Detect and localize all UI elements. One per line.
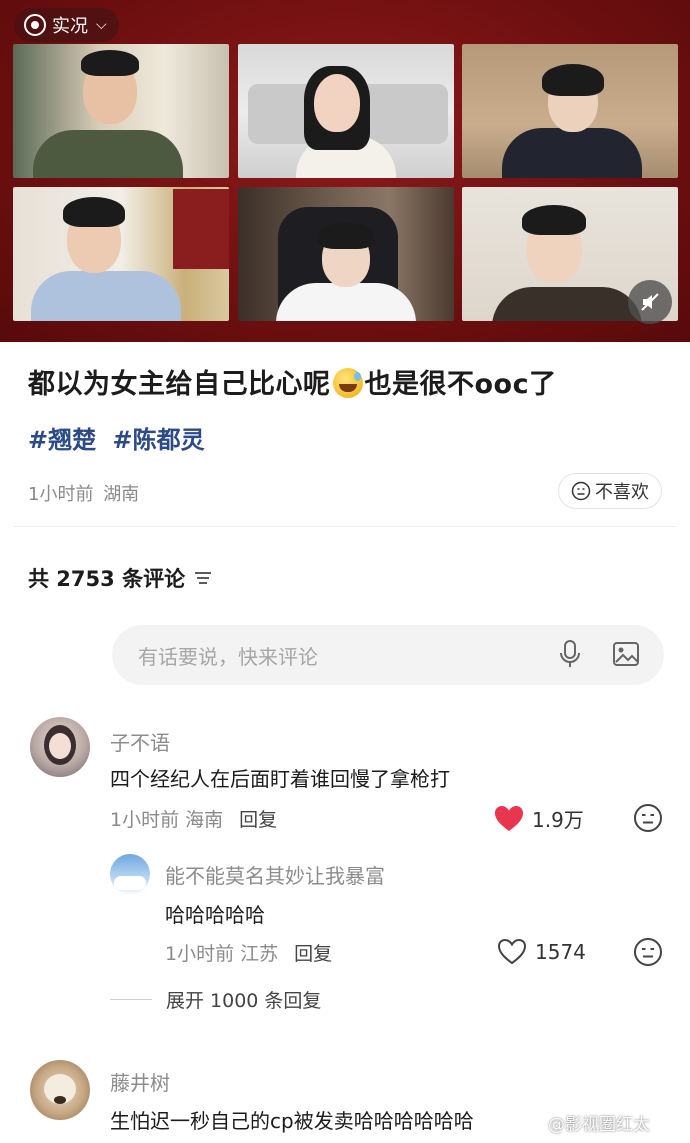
avatar[interactable] (30, 717, 90, 777)
dislike-label: 不喜欢 (595, 482, 649, 503)
sweat-smile-emoji-icon (332, 368, 363, 398)
expand-replies-label: 展开 1000 条回复 (166, 990, 322, 1012)
live-photo-badge[interactable]: 实况 ⌵ (14, 8, 119, 42)
comment-author[interactable]: 藤井树 (110, 1067, 170, 1096)
post-title-text-after: 也是很不ooc了 (364, 369, 557, 400)
comment-text: 哈哈哈哈哈 (165, 903, 265, 927)
speaker-muted-icon (641, 293, 659, 311)
reply-button[interactable]: 回复 (294, 939, 332, 966)
unhappy-face-icon (571, 481, 591, 501)
hashtag-link[interactable]: #陈都灵 (112, 426, 204, 454)
post-location: 湖南 (103, 484, 140, 505)
like-count: 1.9万 (532, 808, 584, 832)
heart-filled-icon (495, 806, 523, 831)
image-icon[interactable] (612, 640, 640, 668)
unhappy-face-icon[interactable] (633, 937, 663, 967)
hashtag-link[interactable]: #翘楚 (28, 426, 96, 454)
live-photo-icon (24, 14, 46, 36)
post-title: 都以为女主给自己比心呢 也是很不ooc了 (28, 362, 557, 401)
like-count: 1574 (535, 939, 586, 964)
section-divider (14, 526, 676, 527)
comment-input-placeholder: 有话要说，快来评论 (138, 644, 318, 669)
comment-author[interactable]: 子不语 (110, 727, 170, 756)
post-time: 1小时前 (28, 484, 94, 505)
live-video-player[interactable]: 实况 ⌵ (0, 0, 690, 342)
reply-button[interactable]: 回复 (239, 805, 277, 832)
expand-replies-button[interactable]: 展开 1000 条回复 (110, 986, 321, 1013)
video-tile-1 (13, 44, 229, 178)
mute-button[interactable] (628, 280, 672, 324)
chevron-down-icon: ⌵ (96, 17, 107, 33)
watermark: @影视圈红太 (548, 1115, 650, 1135)
expand-line (110, 999, 152, 1000)
post-meta: 1小时前 湖南 (28, 480, 139, 506)
comment-input[interactable]: 有话要说，快来评论 (112, 625, 664, 685)
comment-time: 1小时前 江苏 (165, 943, 279, 965)
like-button[interactable]: 1574 (497, 938, 586, 965)
heart-outline-icon (497, 938, 527, 965)
comment-meta: 1小时前 江苏 回复 (165, 939, 332, 966)
video-tile-3 (462, 44, 678, 178)
microphone-icon[interactable] (558, 639, 582, 669)
comment-count-label: 共 2753 条评论 (28, 567, 186, 591)
avatar[interactable] (110, 854, 150, 894)
avatar[interactable] (30, 1060, 90, 1120)
post-tags: #翘楚 #陈都灵 (28, 420, 213, 455)
comment-text: 生怕迟一秒自己的cp被发卖哈哈哈哈哈哈 (110, 1109, 474, 1133)
sort-icon[interactable] (193, 570, 213, 586)
dislike-button[interactable]: 不喜欢 (558, 473, 662, 509)
comment-author[interactable]: 能不能莫名其妙让我暴富 (165, 860, 385, 889)
video-tile-5 (238, 187, 454, 321)
unhappy-face-icon[interactable] (633, 803, 663, 833)
comment-time: 1小时前 海南 (110, 809, 224, 831)
post-title-text-before: 都以为女主给自己比心呢 (28, 369, 331, 400)
live-label: 实况 (52, 16, 88, 37)
video-tile-2 (238, 44, 454, 178)
video-tile-4 (13, 187, 229, 321)
comment-text: 四个经纪人在后面盯着谁回慢了拿枪打 (110, 767, 450, 791)
comment-count-header: 共 2753 条评论 (28, 563, 213, 593)
comment-meta: 1小时前 海南 回复 (110, 805, 277, 832)
like-button[interactable]: 1.9万 (494, 804, 584, 833)
